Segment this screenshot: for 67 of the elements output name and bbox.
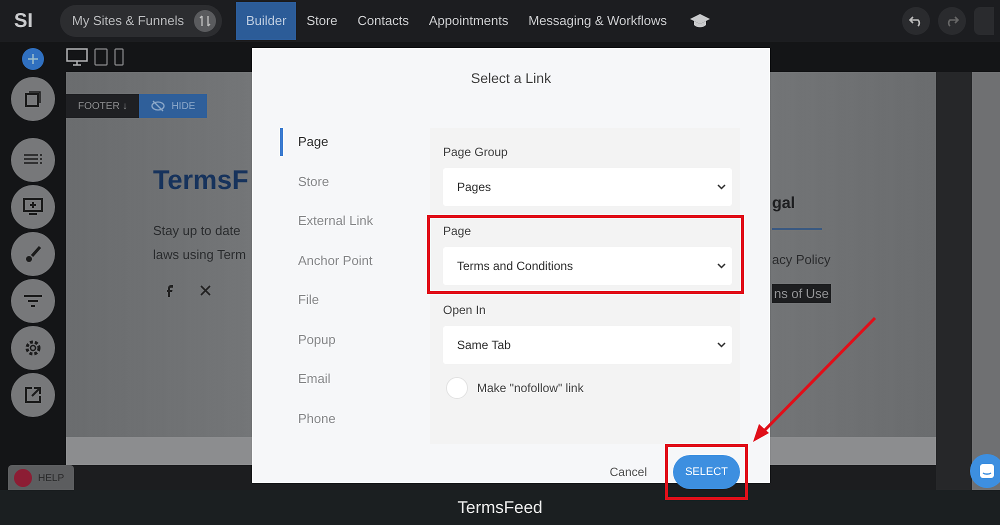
caption: TermsFeed	[0, 490, 1000, 525]
logo: SI	[14, 9, 34, 34]
chevron-down-icon	[717, 342, 726, 348]
checkbox-label: Make "nofollow" link	[477, 380, 584, 397]
nav-tab[interactable]: Messaging & Workflows	[518, 2, 677, 40]
link-type-tab[interactable]: Store	[280, 168, 430, 195]
select-button[interactable]: SELECT	[673, 455, 740, 489]
description-text: Stay up to date	[153, 222, 242, 240]
add-button[interactable]	[22, 48, 44, 70]
link-type-tab[interactable]: File	[280, 286, 430, 314]
phone-icon[interactable]	[114, 48, 124, 66]
link-type-tab[interactable]: Popup	[280, 326, 430, 353]
rows-icon	[24, 154, 42, 166]
nav-tab[interactable]: Contacts	[348, 2, 419, 40]
footer-link[interactable]: ns of Use	[772, 284, 831, 303]
dropdown[interactable]: Terms and Conditions	[443, 247, 732, 285]
settings-icon	[23, 338, 43, 358]
graduation-cap-icon[interactable]	[688, 13, 711, 29]
facebook-icon[interactable]	[167, 284, 174, 296]
checkbox[interactable]	[446, 377, 468, 399]
layers-icon	[23, 89, 43, 109]
external-link-icon	[24, 386, 42, 404]
nav-tab[interactable]: Store	[296, 2, 348, 40]
dropdown[interactable]: Pages	[443, 168, 732, 206]
hidden-eye-icon	[151, 100, 166, 112]
swap-icon	[194, 10, 216, 32]
redo-button[interactable]	[938, 7, 966, 35]
nav-tab[interactable]: Appointments	[418, 2, 518, 40]
filter-button[interactable]	[11, 279, 55, 323]
link-type-tab[interactable]: External Link	[280, 207, 430, 234]
link-type-tab[interactable]: Phone	[280, 404, 430, 432]
monitor-plus-icon	[23, 198, 43, 216]
brush-icon	[24, 245, 42, 263]
cancel-button[interactable]: Cancel	[604, 462, 653, 482]
x-icon[interactable]	[200, 284, 211, 296]
layers-button[interactable]	[11, 77, 55, 121]
filter-icon	[24, 294, 42, 308]
brush-button[interactable]	[11, 232, 55, 276]
rows-button[interactable]	[11, 138, 55, 182]
undo-button[interactable]	[902, 7, 930, 35]
external-link-button[interactable]	[11, 373, 55, 417]
undo-icon	[909, 15, 923, 27]
description-text: laws using Term	[153, 246, 247, 264]
dialog-title: Select a Link	[470, 69, 552, 88]
chevron-down-icon	[717, 263, 726, 269]
dropdown[interactable]: Same Tab	[443, 326, 732, 364]
hide-button[interactable]: HIDE	[139, 94, 208, 118]
brand-heading: TermsF	[153, 164, 249, 197]
field-label: Open In	[443, 302, 487, 319]
redo-icon	[945, 15, 959, 27]
desktop-icon[interactable]	[66, 48, 88, 66]
add-element-button[interactable]	[11, 185, 55, 229]
plus-icon	[28, 54, 38, 64]
field-label: Page Group	[443, 144, 509, 161]
help-icon	[14, 469, 32, 487]
chat-icon	[979, 463, 995, 479]
footer-link[interactable]: acy Policy	[772, 250, 831, 270]
link-type-tab[interactable]: Email	[280, 365, 430, 392]
tablet-icon[interactable]	[94, 48, 108, 66]
field-label: Page	[443, 223, 472, 240]
site-switcher[interactable]: My Sites & Funnels	[60, 5, 222, 37]
nav-tab[interactable]: Builder	[236, 2, 296, 40]
settings-button[interactable]	[11, 326, 55, 370]
section-heading: gal	[772, 194, 796, 214]
section-tag: FOOTER ↓	[66, 94, 140, 118]
link-type-tab[interactable]: Anchor Point	[280, 246, 430, 274]
chevron-down-icon	[717, 184, 726, 190]
